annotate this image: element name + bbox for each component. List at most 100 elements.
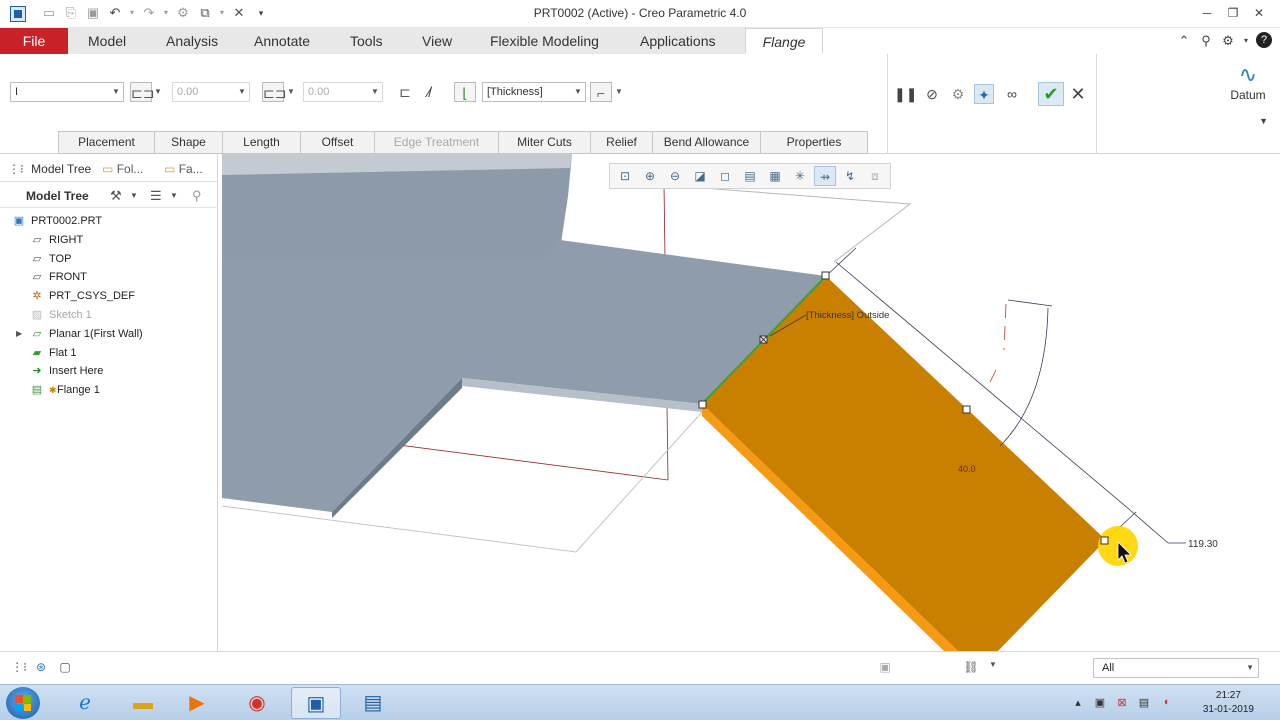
zoom-in-icon[interactable]: ⊕ bbox=[639, 166, 661, 186]
tab-tools[interactable]: Tools bbox=[338, 28, 395, 54]
saved-orientations-icon[interactable]: ▤ bbox=[739, 166, 761, 186]
settings-icon[interactable]: ⚙ bbox=[1220, 32, 1236, 50]
tab-edge-treatment[interactable]: Edge Treatment bbox=[374, 131, 498, 154]
system-clock[interactable]: 21:27 31-01-2019 bbox=[1203, 689, 1254, 717]
length-type2-dropdown-icon[interactable]: ▼ bbox=[286, 82, 296, 102]
cancel-x-icon[interactable]: ✕ bbox=[1068, 84, 1088, 104]
chevron-down-icon[interactable]: ▼ bbox=[984, 660, 1002, 676]
volume-icon[interactable]: ◖ bbox=[1158, 696, 1174, 708]
tab-shape[interactable]: Shape bbox=[154, 131, 222, 154]
view-manager-icon[interactable]: ▦ bbox=[764, 166, 786, 186]
angle-dimension-text[interactable]: 40.0 bbox=[958, 464, 976, 474]
toggle-browser-icon[interactable]: ⊛ bbox=[32, 660, 50, 676]
display-style-icon[interactable]: ◻ bbox=[714, 166, 736, 186]
tab-flexible-modeling[interactable]: Flexible Modeling bbox=[478, 28, 611, 54]
tray-app-icon[interactable]: ▣ bbox=[1092, 696, 1108, 709]
bend-radius-dropdown-icon[interactable]: ▼ bbox=[614, 82, 624, 102]
model-viewport[interactable]: [Thickness] Outside 40.0 119.30 bbox=[219, 154, 1280, 651]
tree-item-insert-here[interactable]: ➜ Insert Here bbox=[0, 362, 218, 381]
thickness-combo[interactable]: [Thickness] ▼ bbox=[482, 82, 586, 102]
zoom-out-icon[interactable]: ⊖ bbox=[664, 166, 686, 186]
chevron-down-icon[interactable]: ▼ bbox=[170, 191, 178, 200]
sketch-profile-icon[interactable]: ⁄̸ bbox=[418, 82, 440, 102]
tray-device-icon[interactable]: ▤ bbox=[1136, 696, 1152, 709]
tab-applications[interactable]: Applications bbox=[628, 28, 728, 54]
tab-miter-cuts[interactable]: Miter Cuts bbox=[498, 131, 590, 154]
tab-model[interactable]: Model bbox=[76, 28, 138, 54]
internet-explorer-icon[interactable]: ℯ bbox=[60, 687, 110, 719]
tree-filter-icon[interactable]: ⚲ bbox=[192, 188, 202, 204]
network-icon[interactable]: ⊠ bbox=[1114, 696, 1130, 709]
ok-check-icon[interactable]: ✔ bbox=[1038, 82, 1064, 106]
pause-icon[interactable]: ❚❚ bbox=[894, 84, 917, 104]
drag-handle[interactable] bbox=[962, 405, 971, 414]
tab-bend-allowance[interactable]: Bend Allowance bbox=[652, 131, 760, 154]
tree-settings-icon[interactable]: ⚒ bbox=[110, 188, 122, 204]
attached-preview-icon[interactable]: ⚙ bbox=[948, 84, 968, 104]
tree-item-flange[interactable]: ▤ ✱ Flange 1 bbox=[0, 381, 218, 400]
tab-offset[interactable]: Offset bbox=[300, 131, 374, 154]
regenerate-status-icon[interactable]: ▣ bbox=[876, 660, 894, 676]
show-hidden-icons-icon[interactable]: ▴ bbox=[1070, 696, 1086, 709]
live-preview-icon[interactable]: ✦ bbox=[974, 84, 994, 104]
selection-filter-select[interactable]: All ▼ bbox=[1093, 658, 1259, 678]
chevron-down-icon[interactable]: ▼ bbox=[130, 191, 138, 200]
thickness-annotation[interactable]: [Thickness] Outside bbox=[806, 310, 889, 321]
drag-handle[interactable] bbox=[821, 271, 830, 280]
expand-arrow-icon[interactable]: ▶ bbox=[16, 325, 22, 344]
start-button[interactable] bbox=[6, 687, 40, 719]
tab-favorites[interactable]: ▭ Fa... bbox=[164, 158, 203, 180]
length-dimension-text[interactable]: 119.30 bbox=[1188, 539, 1218, 550]
tab-length[interactable]: Length bbox=[222, 131, 300, 154]
creo-document-icon[interactable]: ▤ bbox=[348, 687, 398, 719]
tab-properties[interactable]: Properties bbox=[760, 131, 868, 154]
help-icon[interactable]: ? bbox=[1256, 32, 1272, 48]
drag-handle[interactable] bbox=[1100, 536, 1109, 545]
thickness-side-icon[interactable]: ⌊ bbox=[454, 82, 476, 102]
drag-handle[interactable] bbox=[698, 400, 707, 409]
full-screen-icon[interactable]: ▢ bbox=[56, 660, 74, 676]
chrome-icon[interactable]: ◉ bbox=[232, 687, 282, 719]
tree-item-csys[interactable]: ✲ PRT_CSYS_DEF bbox=[0, 287, 218, 306]
bend-radius-icon[interactable]: ⌐ bbox=[590, 82, 612, 102]
file-explorer-icon[interactable]: ▬ bbox=[118, 687, 168, 719]
chevron-down-icon[interactable]: ▼ bbox=[1228, 116, 1268, 126]
tab-flange[interactable]: Flange bbox=[745, 28, 823, 54]
spin-center-icon[interactable]: ↯ bbox=[839, 166, 861, 186]
tab-analysis[interactable]: Analysis bbox=[154, 28, 230, 54]
perspective-icon[interactable]: ⧈ bbox=[864, 166, 886, 186]
tree-show-icon[interactable]: ☰ bbox=[150, 188, 162, 204]
creo-taskbar-icon[interactable]: ▣ bbox=[291, 687, 341, 719]
datum-group[interactable]: ∿ Datum ▼ bbox=[1228, 62, 1268, 126]
settings-dropdown-icon[interactable]: ▾ bbox=[1242, 32, 1250, 50]
refit-icon[interactable]: ⊡ bbox=[614, 166, 636, 186]
tree-item-flat[interactable]: ▰ Flat 1 bbox=[0, 344, 218, 363]
length2-field[interactable]: 0.00 ▼ bbox=[303, 82, 383, 102]
verify-icon[interactable]: ∞ bbox=[1002, 84, 1022, 104]
close-icon[interactable]: ✕ bbox=[1246, 3, 1272, 23]
length-type1-icon[interactable]: ⊏⊐ bbox=[130, 82, 154, 102]
tree-item-front[interactable]: ▱ FRONT bbox=[0, 268, 218, 287]
tree-item-planar[interactable]: ▶ ▱ Planar 1(First Wall) bbox=[0, 325, 218, 344]
tab-folder-browser[interactable]: ▭ Fol... bbox=[102, 158, 143, 180]
shape-combo[interactable]: I ▼ bbox=[10, 82, 124, 102]
collapse-ribbon-icon[interactable]: ⌃ bbox=[1176, 32, 1192, 50]
tree-item-part[interactable]: ▣ PRT0002.PRT bbox=[0, 212, 218, 231]
length-type1-dropdown-icon[interactable]: ▼ bbox=[153, 82, 163, 102]
toggle-navigator-icon[interactable]: ⋮⁝ bbox=[10, 660, 28, 676]
flip-profile-icon[interactable]: ⊏ bbox=[394, 82, 416, 102]
tab-view[interactable]: View bbox=[410, 28, 464, 54]
minimize-icon[interactable]: ─ bbox=[1194, 3, 1220, 23]
length-type2-icon[interactable]: ⊏⊐ bbox=[262, 82, 286, 102]
find-icon[interactable]: ⛓ bbox=[962, 660, 980, 676]
tab-model-tree[interactable]: ⋮⁝ Model Tree bbox=[8, 158, 91, 180]
search-icon[interactable]: ⚲ bbox=[1198, 32, 1214, 50]
annotation-display-icon[interactable]: ⇸ bbox=[814, 166, 836, 186]
tab-file[interactable]: File bbox=[0, 28, 68, 54]
tree-item-right[interactable]: ▱ RIGHT bbox=[0, 231, 218, 250]
tab-placement[interactable]: Placement bbox=[58, 131, 154, 154]
graphics-window[interactable]: [Thickness] Outside 40.0 119.30 ⊡ ⊕ ⊖ ◪ … bbox=[219, 154, 1280, 651]
media-player-icon[interactable]: ▶ bbox=[172, 687, 222, 719]
restore-icon[interactable]: ❐ bbox=[1220, 3, 1246, 23]
repaint-icon[interactable]: ◪ bbox=[689, 166, 711, 186]
